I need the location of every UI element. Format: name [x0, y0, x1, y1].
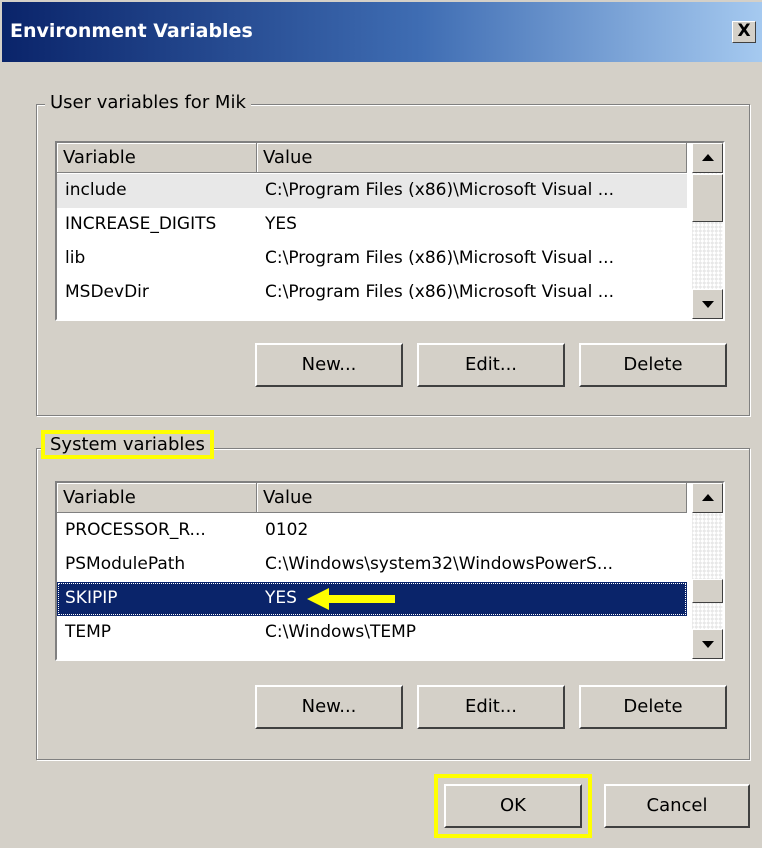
- column-header-value[interactable]: Value: [257, 143, 687, 173]
- system-variables-legend: System variables: [41, 430, 214, 459]
- user-variables-group: User variables for Mik Variable Value in…: [36, 92, 750, 416]
- user-edit-button[interactable]: Edit...: [417, 343, 565, 387]
- scroll-down-button[interactable]: [692, 289, 723, 319]
- column-header-variable[interactable]: Variable: [57, 143, 257, 173]
- table-row[interactable]: MSDevDir C:\Program Files (x86)\Microsof…: [57, 276, 687, 310]
- row-variable: PROCESSOR_R...: [65, 520, 206, 540]
- row-value: C:\Windows\system32\WindowsPowerS...: [265, 554, 614, 574]
- row-variable: SKIPIP: [65, 588, 118, 608]
- scroll-up-icon: [702, 154, 714, 161]
- row-variable: TEMP: [65, 622, 112, 642]
- column-header-value[interactable]: Value: [257, 483, 687, 513]
- cancel-button[interactable]: Cancel: [604, 784, 750, 828]
- system-variables-list[interactable]: Variable Value PROCESSOR_R... 0102 PSMod…: [55, 481, 725, 661]
- row-variable: PSModulePath: [65, 554, 186, 574]
- table-row[interactable]: PROCESSOR_R... 0102: [57, 514, 687, 548]
- row-value: C:\Program Files (x86)\Microsoft Visual …: [265, 180, 614, 200]
- scroll-down-icon: [702, 301, 714, 308]
- title-bar[interactable]: Environment Variables X: [2, 2, 762, 62]
- arrow-left-icon: [307, 588, 395, 610]
- row-variable: MSDevDir: [65, 282, 149, 302]
- column-header-variable[interactable]: Variable: [57, 483, 257, 513]
- system-variables-group: System variables Variable Value PROCESSO…: [36, 430, 750, 760]
- system-list-scrollbar[interactable]: [692, 483, 723, 659]
- row-value: C:\Windows\TEMP: [265, 622, 416, 642]
- window-title: Environment Variables: [10, 20, 253, 42]
- list-header: Variable Value: [57, 483, 687, 513]
- scroll-down-icon: [702, 641, 714, 648]
- row-value: 0102: [265, 520, 309, 540]
- scroll-thumb[interactable]: [692, 579, 723, 603]
- row-value: C:\Program Files (x86)\Microsoft Visual …: [265, 248, 614, 268]
- table-row[interactable]: lib C:\Program Files (x86)\Microsoft Vis…: [57, 242, 687, 276]
- row-variable: include: [65, 180, 127, 200]
- environment-variables-dialog: Environment Variables X User variables f…: [0, 0, 762, 848]
- scroll-up-icon: [702, 494, 714, 501]
- scroll-down-button[interactable]: [692, 629, 723, 659]
- row-variable: INCREASE_DIGITS: [65, 214, 217, 234]
- row-value: YES: [265, 588, 297, 608]
- scroll-up-button[interactable]: [692, 483, 723, 513]
- close-button[interactable]: X: [732, 21, 756, 43]
- row-value: C:\Program Files (x86)\Microsoft Visual …: [265, 282, 614, 302]
- scroll-thumb[interactable]: [692, 174, 723, 222]
- user-delete-button[interactable]: Delete: [579, 343, 727, 387]
- user-variables-list[interactable]: Variable Value include C:\Program Files …: [55, 141, 725, 321]
- list-header: Variable Value: [57, 143, 687, 173]
- table-row-selected[interactable]: SKIPIP YES: [57, 582, 687, 616]
- user-list-scrollbar[interactable]: [692, 143, 723, 319]
- row-variable: lib: [65, 248, 86, 268]
- table-row[interactable]: INCREASE_DIGITS YES: [57, 208, 687, 242]
- table-row[interactable]: PSModulePath C:\Windows\system32\Windows…: [57, 548, 687, 582]
- user-new-button[interactable]: New...: [255, 343, 403, 387]
- user-variables-legend: User variables for Mik: [45, 92, 251, 113]
- ok-button[interactable]: OK: [434, 774, 592, 838]
- system-edit-button[interactable]: Edit...: [417, 685, 565, 729]
- table-row[interactable]: include C:\Program Files (x86)\Microsoft…: [57, 174, 687, 208]
- scroll-up-button[interactable]: [692, 143, 723, 173]
- row-value: YES: [265, 214, 297, 234]
- table-row[interactable]: TEMP C:\Windows\TEMP: [57, 616, 687, 650]
- system-new-button[interactable]: New...: [255, 685, 403, 729]
- system-delete-button[interactable]: Delete: [579, 685, 727, 729]
